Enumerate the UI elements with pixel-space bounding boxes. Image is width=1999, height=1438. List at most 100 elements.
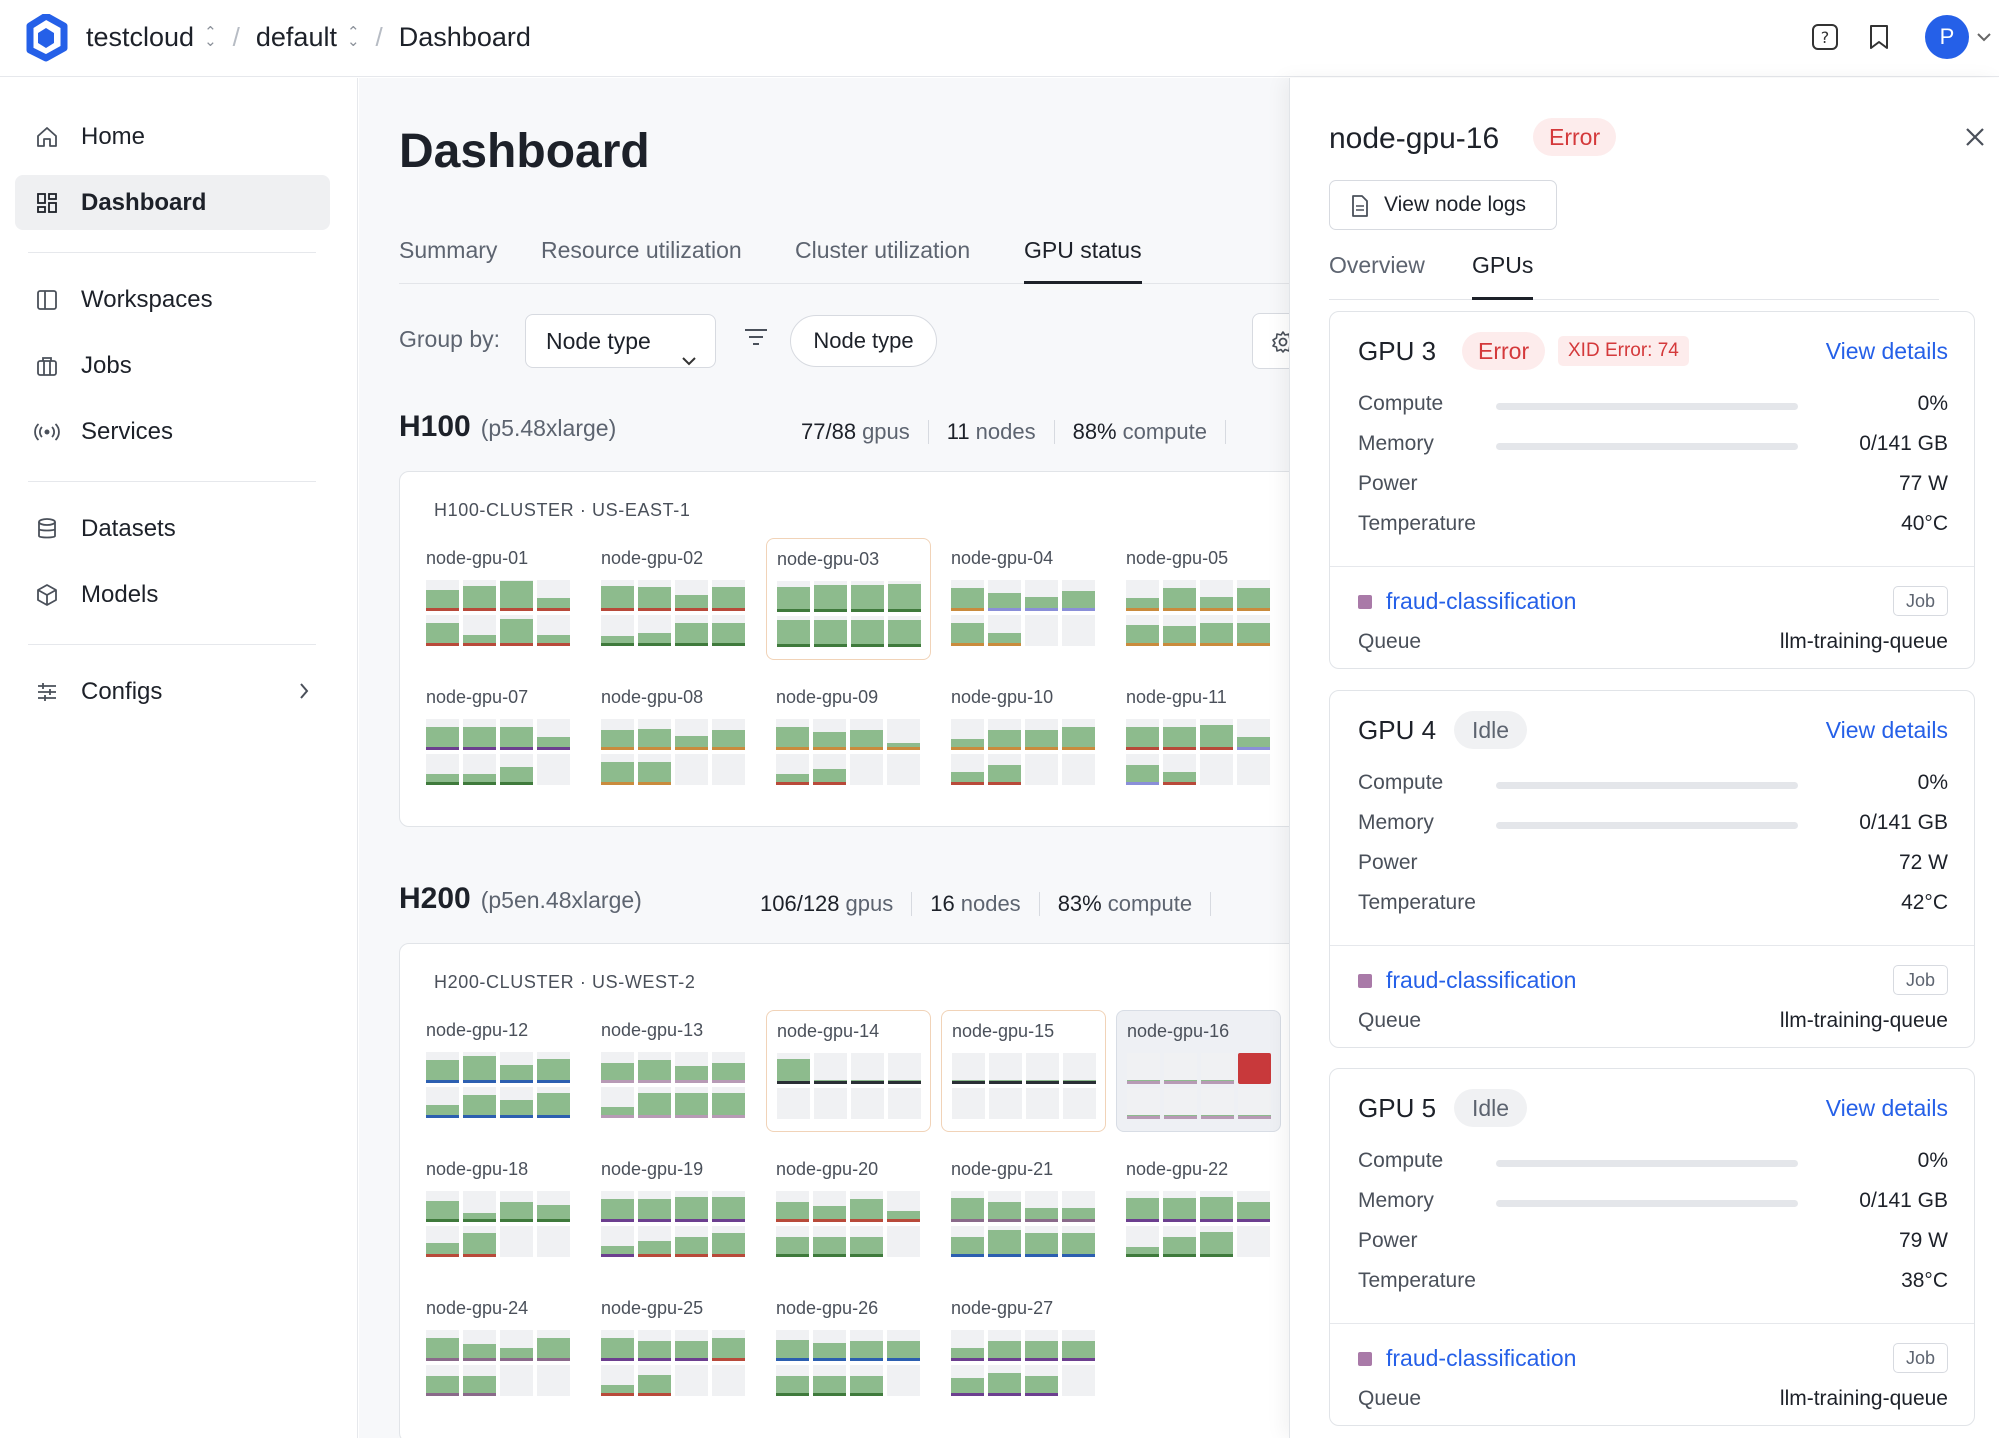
gpu-cell [1163, 1191, 1196, 1222]
project-switcher[interactable]: default ⌃ ⌄ [256, 22, 360, 53]
node-name: node-gpu-16 [1127, 1021, 1230, 1041]
gpu-fill [537, 1338, 570, 1358]
sidebar-item-home[interactable]: Home [15, 109, 330, 164]
gpu-node-card[interactable]: node-gpu-19 [591, 1149, 756, 1271]
gpu-node-card[interactable]: node-gpu-09 [766, 677, 931, 799]
gpu-job-line [850, 1254, 883, 1257]
gpu-cell [638, 719, 671, 750]
chevron-down-icon[interactable] [1969, 17, 1999, 57]
sidebar-item-datasets[interactable]: Datasets [15, 501, 330, 556]
gpu-job-line [638, 1219, 671, 1222]
settings-button[interactable] [1252, 313, 1289, 369]
gpu-cell [776, 1226, 809, 1257]
gpu-cell [888, 1088, 921, 1119]
job-link[interactable]: fraud-classification [1386, 588, 1576, 615]
gpu-card: GPU 3 Error XID Error: 74 View details Compu… [1329, 311, 1975, 669]
gpu-node-card[interactable]: node-gpu-15 [941, 1010, 1106, 1132]
gpu-node-card[interactable]: node-gpu-18 [416, 1149, 581, 1271]
gpu-job-line [777, 609, 810, 612]
close-icon[interactable] [1964, 126, 1986, 153]
node-name: node-gpu-04 [951, 548, 1054, 568]
gpu-node-card[interactable]: node-gpu-27 [941, 1288, 1106, 1410]
gpu-node-card[interactable]: node-gpu-11 [1116, 677, 1281, 799]
gpu-node-card[interactable]: node-gpu-05 [1116, 538, 1281, 660]
tab-gpus[interactable]: GPUs [1472, 250, 1534, 300]
gpu-card: GPU 4 Idle View details Compute 0% Memory 0/14… [1329, 690, 1975, 1048]
gpu-cell [1164, 1088, 1197, 1119]
gpu-job-line [888, 609, 921, 612]
workspaces-icon [33, 286, 61, 314]
gpu-node-card[interactable]: node-gpu-12 [416, 1010, 581, 1132]
gpu-node-card[interactable]: node-gpu-24 [416, 1288, 581, 1410]
gpu-node-card[interactable]: node-gpu-10 [941, 677, 1106, 799]
gpu-node-card[interactable]: node-gpu-22 [1116, 1149, 1281, 1271]
gpu-node-card[interactable]: node-gpu-07 [416, 677, 581, 799]
job-link[interactable]: fraud-classification [1386, 1345, 1576, 1372]
dashboard-tabs: Summary Resource utilization Cluster uti… [399, 230, 1289, 284]
gpu-cell [1200, 615, 1233, 646]
gpu-cell [814, 1088, 847, 1119]
gpu-cell [537, 1087, 570, 1118]
filter-pill-node-type[interactable]: Node type [790, 315, 937, 367]
org-switcher[interactable]: testcloud ⌃ ⌄ [86, 22, 217, 53]
gpu-node-card[interactable]: node-gpu-20 [766, 1149, 931, 1271]
tab-gpu-status[interactable]: GPU status [1024, 230, 1142, 284]
filter-icon[interactable] [743, 326, 769, 353]
gpu-node-card[interactable]: node-gpu-08 [591, 677, 756, 799]
tab-overview[interactable]: Overview [1329, 250, 1425, 300]
gpu-job-line [776, 1219, 809, 1222]
gpu-job-line [1163, 608, 1196, 611]
breadcrumb-separator: / [375, 21, 383, 52]
gpu-cell [887, 1191, 920, 1222]
gpu-node-card[interactable]: node-gpu-04 [941, 538, 1106, 660]
gpu-job-line [537, 1080, 570, 1083]
gpu-node-card[interactable]: node-gpu-21 [941, 1149, 1106, 1271]
job-link[interactable]: fraud-classification [1386, 967, 1576, 994]
help-icon[interactable]: ? [1805, 17, 1845, 57]
gpu-cell [813, 1330, 846, 1361]
view-node-logs-button[interactable]: View node logs [1329, 180, 1557, 230]
gpu-job-line [888, 1081, 921, 1084]
sidebar-item-models[interactable]: Models [15, 567, 330, 622]
group-by-select[interactable]: Node type [525, 314, 716, 368]
gpu-fill [426, 1060, 459, 1080]
gpu-node-card[interactable]: node-gpu-25 [591, 1288, 756, 1410]
sidebar-item-dashboard[interactable]: Dashboard [15, 175, 330, 230]
gpu-grid [601, 580, 746, 646]
gpu-node-card[interactable]: node-gpu-16 [1116, 1010, 1281, 1132]
gpu-job-line [712, 608, 745, 611]
gpu-fill [675, 623, 708, 643]
cluster-card-h100: H100-CLUSTER · US-EAST-1 node-gpu-01 node… [399, 471, 1289, 827]
avatar[interactable]: P [1925, 15, 1969, 59]
sidebar-item-workspaces[interactable]: Workspaces [15, 272, 330, 327]
sidebar-item-label: Home [81, 122, 146, 150]
gpu-fill [426, 1201, 459, 1219]
gpu-node-card[interactable]: node-gpu-01 [416, 538, 581, 660]
gpu-node-card[interactable]: node-gpu-03 [766, 538, 931, 660]
view-details-link[interactable]: View details [1826, 717, 1948, 744]
gpu-node-card[interactable]: node-gpu-26 [766, 1288, 931, 1410]
gpu-fill [851, 620, 884, 644]
sidebar-item-configs[interactable]: Configs [15, 664, 330, 719]
gpu-fill [1126, 727, 1159, 747]
gpu-fill [951, 1198, 984, 1219]
gpu-cell [1237, 1226, 1270, 1257]
gpu-node-card[interactable]: node-gpu-02 [591, 538, 756, 660]
gpu-cell [989, 1053, 1022, 1084]
gpu-cell [1237, 580, 1270, 611]
gpu-cell [426, 580, 459, 611]
sidebar-item-services[interactable]: Services [15, 404, 330, 459]
tab-cluster-utilization[interactable]: Cluster utilization [795, 230, 970, 284]
view-details-link[interactable]: View details [1826, 338, 1948, 365]
gpu-fill [813, 1237, 846, 1254]
gpu-node-card[interactable]: node-gpu-13 [591, 1010, 756, 1132]
gpu-node-card[interactable]: node-gpu-14 [766, 1010, 931, 1132]
tab-resource-utilization[interactable]: Resource utilization [541, 230, 742, 284]
sidebar-item-jobs[interactable]: Jobs [15, 338, 330, 393]
view-details-link[interactable]: View details [1826, 1095, 1948, 1122]
app-logo[interactable] [22, 14, 70, 62]
gpu-job-line [638, 782, 671, 785]
tab-summary[interactable]: Summary [399, 230, 497, 284]
gpu-cell [426, 719, 459, 750]
bookmark-icon[interactable] [1859, 17, 1899, 57]
